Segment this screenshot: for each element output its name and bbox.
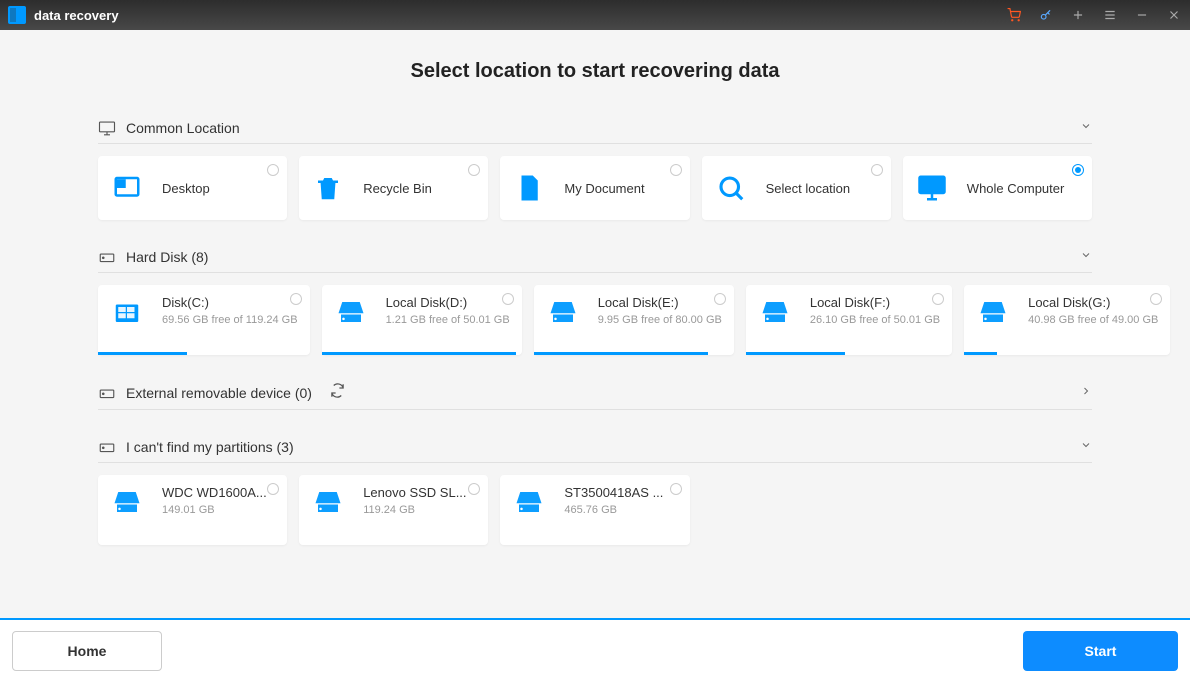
- card-sub: 149.01 GB: [162, 504, 267, 516]
- card-label: Local Disk(G:): [1028, 295, 1158, 310]
- monitor-icon: [98, 119, 116, 137]
- radio[interactable]: [1072, 164, 1084, 176]
- card-sub: 40.98 GB free of 49.00 GB: [1028, 314, 1158, 326]
- radio[interactable]: [267, 483, 279, 495]
- card-disk[interactable]: Local Disk(E:) 9.95 GB free of 80.00 GB: [534, 285, 734, 355]
- card-whole-computer[interactable]: Whole Computer: [903, 156, 1092, 220]
- minimize-icon[interactable]: [1134, 7, 1150, 23]
- card-disk[interactable]: Disk(C:) 69.56 GB free of 119.24 GB: [98, 285, 310, 355]
- card-label: Local Disk(E:): [598, 295, 722, 310]
- drive-icon: [546, 295, 580, 329]
- card-label: Disk(C:): [162, 295, 298, 310]
- card-sub: 26.10 GB free of 50.01 GB: [810, 314, 940, 326]
- home-button[interactable]: Home: [12, 631, 162, 671]
- usage-bar: [98, 352, 187, 355]
- card-disk[interactable]: Local Disk(F:) 26.10 GB free of 50.01 GB: [746, 285, 952, 355]
- usage-bar: [534, 352, 708, 355]
- menu-icon[interactable]: [1102, 7, 1118, 23]
- desktop-icon: [110, 171, 144, 205]
- card-disk[interactable]: Local Disk(G:) 40.98 GB free of 49.00 GB: [964, 285, 1170, 355]
- cart-icon[interactable]: [1006, 7, 1022, 23]
- card-label: Lenovo SSD SL...: [363, 485, 466, 500]
- title-bar: data recovery: [0, 0, 1190, 30]
- card-label: Local Disk(D:): [386, 295, 510, 310]
- page-heading: Select location to start recovering data: [98, 60, 1092, 83]
- drive-icon: [512, 485, 546, 519]
- radio[interactable]: [502, 293, 514, 305]
- drive-icon: [976, 295, 1010, 329]
- section-header-external[interactable]: External removable device (0): [98, 377, 1092, 410]
- search-icon: [714, 171, 748, 205]
- card-recycle-bin[interactable]: Recycle Bin: [299, 156, 488, 220]
- drive-icon: [311, 485, 345, 519]
- chevron-right-icon: [1080, 384, 1092, 402]
- section-title: I can't find my partitions (3): [126, 439, 294, 455]
- trash-icon: [311, 171, 345, 205]
- section-title: Common Location: [126, 120, 240, 136]
- chevron-down-icon: [1080, 438, 1092, 456]
- close-icon[interactable]: [1166, 7, 1182, 23]
- card-partition[interactable]: ST3500418AS ... 465.76 GB: [500, 475, 689, 545]
- section-header-partitions[interactable]: I can't find my partitions (3): [98, 432, 1092, 463]
- card-disk[interactable]: Local Disk(D:) 1.21 GB free of 50.01 GB: [322, 285, 522, 355]
- disk-icon: [98, 248, 116, 266]
- card-partition[interactable]: Lenovo SSD SL... 119.24 GB: [299, 475, 488, 545]
- hard-disk-cards: Disk(C:) 69.56 GB free of 119.24 GB Loca…: [98, 285, 1092, 355]
- card-label: ST3500418AS ...: [564, 485, 663, 500]
- card-sub: 69.56 GB free of 119.24 GB: [162, 314, 298, 326]
- card-my-document[interactable]: My Document: [500, 156, 689, 220]
- section-header-common[interactable]: Common Location: [98, 113, 1092, 144]
- plus-icon[interactable]: [1070, 7, 1086, 23]
- footer-bar: Home Start: [0, 618, 1190, 682]
- refresh-icon[interactable]: [330, 383, 345, 403]
- section-header-hard-disk[interactable]: Hard Disk (8): [98, 242, 1092, 273]
- app-title: data recovery: [34, 8, 119, 23]
- radio[interactable]: [290, 293, 302, 305]
- section-title: Hard Disk (8): [126, 249, 208, 265]
- usage-bar: [322, 352, 516, 355]
- card-sub: 465.76 GB: [564, 504, 663, 516]
- section-title: External removable device (0): [126, 385, 312, 401]
- document-icon: [512, 171, 546, 205]
- card-desktop[interactable]: Desktop: [98, 156, 287, 220]
- card-sub: 1.21 GB free of 50.01 GB: [386, 314, 510, 326]
- card-label: Desktop: [162, 181, 210, 196]
- radio[interactable]: [670, 164, 682, 176]
- radio[interactable]: [670, 483, 682, 495]
- usage-bar: [964, 352, 997, 355]
- app-logo-icon: [8, 6, 26, 24]
- card-select-location[interactable]: Select location: [702, 156, 891, 220]
- drive-icon: [110, 295, 144, 329]
- radio[interactable]: [1150, 293, 1162, 305]
- computer-icon: [915, 171, 949, 205]
- usage-bar: [746, 352, 845, 355]
- common-location-cards: Desktop Recycle Bin My Document Select l…: [98, 156, 1092, 220]
- radio[interactable]: [468, 483, 480, 495]
- card-label: Whole Computer: [967, 181, 1065, 196]
- card-label: My Document: [564, 181, 644, 196]
- drive-icon: [110, 485, 144, 519]
- radio[interactable]: [267, 164, 279, 176]
- card-label: Local Disk(F:): [810, 295, 940, 310]
- chevron-down-icon: [1080, 119, 1092, 137]
- card-label: Recycle Bin: [363, 181, 432, 196]
- radio[interactable]: [932, 293, 944, 305]
- radio[interactable]: [468, 164, 480, 176]
- disk-icon: [98, 438, 116, 456]
- chevron-down-icon: [1080, 248, 1092, 266]
- radio[interactable]: [871, 164, 883, 176]
- drive-icon: [334, 295, 368, 329]
- radio[interactable]: [714, 293, 726, 305]
- disk-icon: [98, 384, 116, 402]
- main-content: Select location to start recovering data…: [0, 30, 1190, 618]
- card-partition[interactable]: WDC WD1600A... 149.01 GB: [98, 475, 287, 545]
- key-icon[interactable]: [1038, 7, 1054, 23]
- card-label: WDC WD1600A...: [162, 485, 267, 500]
- card-sub: 119.24 GB: [363, 504, 466, 516]
- start-button[interactable]: Start: [1023, 631, 1178, 671]
- card-label: Select location: [766, 181, 851, 196]
- partition-cards: WDC WD1600A... 149.01 GB Lenovo SSD SL..…: [98, 475, 1092, 545]
- drive-icon: [758, 295, 792, 329]
- card-sub: 9.95 GB free of 80.00 GB: [598, 314, 722, 326]
